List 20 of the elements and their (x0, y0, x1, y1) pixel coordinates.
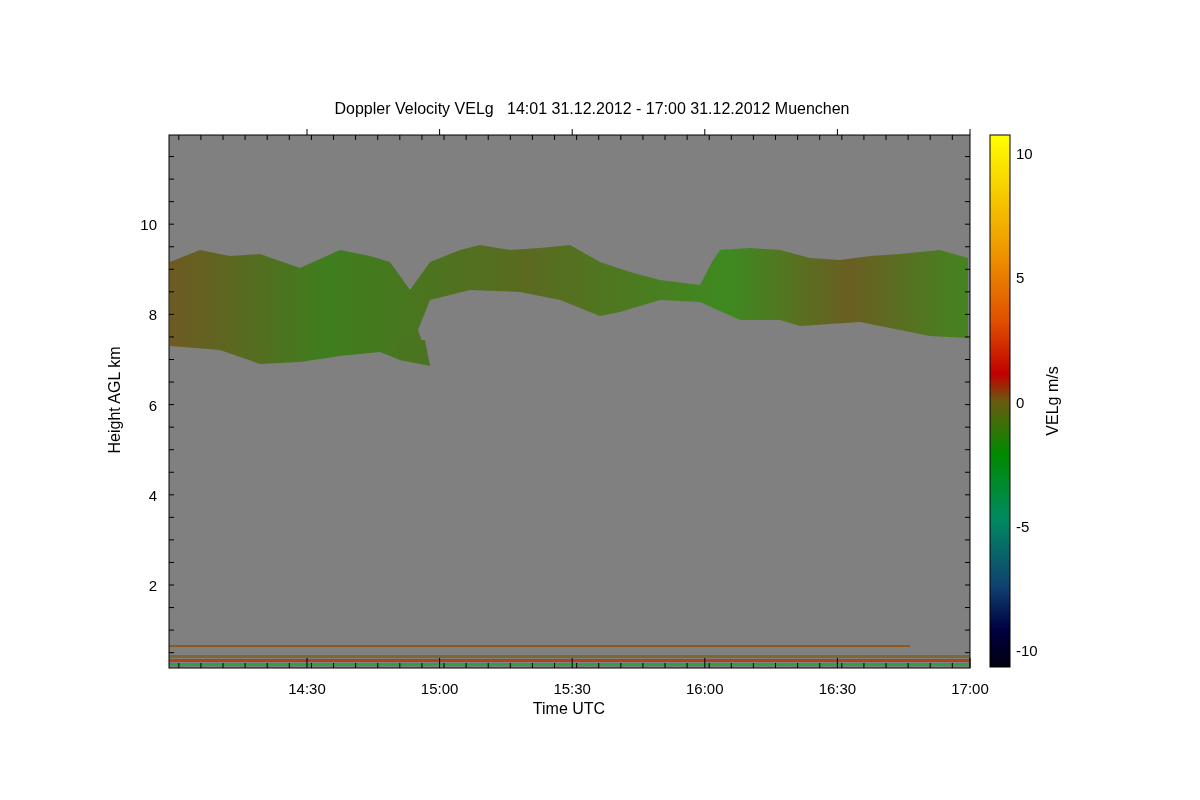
y-tick-label: 4 (148, 486, 157, 504)
y-tick-label: 2 (148, 577, 157, 594)
colorbar-label: VELg m/s (1044, 366, 1061, 436)
x-tick-label: 16:30 (818, 680, 857, 697)
y-tick-label: 8 (148, 306, 157, 324)
colorbar-tick-label: -5 (1016, 517, 1030, 535)
x-tick-label: 16:00 (686, 680, 724, 697)
colorbar-tick-label: 10 (1016, 145, 1033, 162)
x-tick-label: 14:30 (288, 680, 326, 697)
y-tick-label: 10 (140, 216, 157, 234)
plot-title: Doppler Velocity VELg 14:01 31.12.2012 - 17:00 31.12.2012 Muenchen (334, 100, 850, 117)
colorbar-tick-label: 0 (1016, 393, 1025, 411)
x-axis-label: Time UTC (532, 700, 606, 717)
colorbar-tick-label: 5 (1016, 269, 1025, 287)
y-axis-label: Height AGL km (106, 346, 123, 454)
colorbar-tick-label: -10 (1016, 642, 1038, 659)
x-tick-label: 15:00 (420, 680, 459, 697)
y-tick-label: 6 (148, 396, 157, 414)
x-tick-label: 17:00 (951, 680, 989, 697)
x-tick-label: 15:30 (553, 680, 591, 697)
